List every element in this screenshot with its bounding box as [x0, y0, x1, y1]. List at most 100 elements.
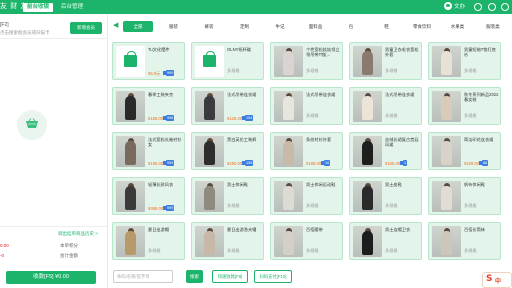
add-member-button[interactable]: 新增会员 — [70, 22, 102, 34]
product-name: 夏日出游渔夫帽 — [227, 227, 257, 232]
top-bar: 友 财 友 前台收银 后台管理 文办 — [0, 0, 512, 14]
product-card[interactable]: 男士连帽卫衣 多规格 — [349, 222, 422, 260]
tab-backend[interactable]: 后台管理 — [57, 3, 87, 12]
tab-category[interactable]: 包 — [336, 21, 366, 32]
lock-icon[interactable] — [474, 3, 482, 11]
tab-category[interactable]: 牛记 — [265, 21, 295, 32]
search-input[interactable]: 条码/名称/首字母 — [113, 270, 173, 283]
multi-spec-label: 多规格 — [306, 203, 319, 208]
discount-value: 0.00 — [0, 243, 9, 248]
product-name: 秋冬系列新品2022春女装 — [464, 92, 499, 102]
product-card[interactable]: 法式吊带连衣裙 多规格 — [349, 87, 422, 125]
user-name: 文办 — [454, 4, 466, 10]
multi-spec-label: 多规格 — [385, 113, 398, 118]
product-name: 帆布休闲鞋 — [464, 182, 485, 187]
settings-icon[interactable] — [488, 3, 496, 11]
product-name: OLNY纸杯碟 — [227, 47, 251, 52]
product-image-figure — [125, 141, 136, 165]
product-image — [274, 91, 303, 122]
product-image-figure — [283, 51, 294, 75]
product-card[interactable]: 男童短袖T恤打底衫 多规格 — [428, 42, 501, 80]
product-image — [116, 91, 145, 122]
product-image-figure — [125, 186, 136, 210]
user-menu[interactable]: 文办 — [444, 2, 465, 10]
product-card[interactable]: 轻薄长款风衣 ¥368.00 999 — [112, 177, 185, 215]
scan-pay-button[interactable]: 扫码支付[F10] — [254, 270, 292, 283]
product-image-figure — [283, 96, 294, 120]
quick-pay-button[interactable]: 快速收款[F8] — [212, 270, 248, 283]
product-card[interactable]: 法式吊带连衣裙 多规格 — [270, 87, 343, 125]
stock-badge: 10 — [324, 160, 331, 166]
product-card[interactable]: 男士皮鞋 多规格 — [349, 177, 422, 215]
tab-category[interactable]: 面料品 — [301, 21, 331, 32]
multi-spec-label: 多规格 — [464, 248, 477, 253]
product-image — [353, 136, 382, 167]
product-price: ¥128.00 — [227, 116, 243, 121]
product-card[interactable]: 帆布休闲鞋 多规格 — [428, 177, 501, 215]
product-image — [353, 46, 382, 77]
tab-category[interactable]: 定制 — [230, 21, 260, 32]
stock-badge: 1 — [403, 160, 408, 166]
product-card[interactable]: 秋冬系列新品2022春女装 多规格 — [428, 87, 501, 125]
product-card[interactable]: 简洁印花连衣裙 ¥429.00 88 — [428, 132, 501, 170]
multi-spec-label: 多规格 — [464, 203, 477, 208]
multi-spec-label: 多规格 — [148, 248, 161, 253]
total-label: 会计金额 — [60, 253, 78, 258]
product-image-figure — [362, 141, 373, 165]
product-card[interactable]: 夏日出游帽 多规格 — [112, 222, 185, 260]
product-image — [432, 136, 461, 167]
product-image-figure — [283, 231, 294, 255]
product-name: 百搭长筒袜 — [464, 227, 485, 232]
product-image — [195, 136, 224, 167]
product-card[interactable]: 夏日出游渔夫帽 多规格 — [191, 222, 264, 260]
tab-category[interactable]: 全部 — [123, 21, 153, 32]
tab-checkout[interactable]: 前台收银 — [23, 3, 54, 12]
product-card[interactable]: 黑白英伦工装裤 ¥290.00 198 — [191, 132, 264, 170]
product-price: ¥5.0元 — [148, 71, 161, 76]
product-card[interactable]: 春季工装夹克 ¥188.00 998 — [112, 87, 185, 125]
product-card[interactable]: OLNY纸杯碟 多规格 — [191, 42, 264, 80]
product-image — [195, 46, 224, 77]
product-card[interactable]: 男士休闲运动鞋 多规格 — [270, 177, 343, 215]
product-card[interactable]: 法式宽松长袖衬衫女 ¥195.00 999 — [112, 132, 185, 170]
basket-icon — [26, 118, 38, 128]
tab-category[interactable]: 零食饮料 — [407, 21, 437, 32]
chevron-left-icon[interactable]: ◀ — [113, 21, 118, 29]
product-name: 法式吊带连衣裙 — [385, 92, 415, 97]
product-image-figure — [204, 186, 215, 210]
history-link[interactable]: 调出挂单商品历史 > — [58, 231, 98, 237]
product-card[interactable]: 男童卫衣毛衣宽松外套 多规格 — [349, 42, 422, 80]
product-image-figure — [441, 186, 452, 210]
stock-badge: 194 — [245, 115, 254, 121]
tab-category[interactable]: 服装 — [159, 21, 189, 32]
product-card[interactable]: Tu文化摆件 ¥5.0元 999 — [112, 42, 185, 80]
tab-category[interactable]: 服装类 — [478, 21, 508, 32]
stock-badge: 998 — [166, 115, 175, 121]
product-card[interactable]: 法式吊带连衣裙 ¥128.00 194 — [191, 87, 264, 125]
product-card[interactable]: 男士休闲鞋 多规格 — [191, 177, 264, 215]
product-card[interactable]: 条纹衬衫外套 ¥198.00 10 — [270, 132, 343, 170]
product-name: Tu文化摆件 — [148, 47, 170, 52]
product-card[interactable]: 个性宽松娃娃领立领吊带T恤(... 多规格 — [270, 42, 343, 80]
product-name: 黑白英伦工装裤 — [227, 137, 257, 142]
tab-category[interactable]: 水果类 — [443, 21, 473, 32]
search-button[interactable]: 搜索 — [186, 270, 203, 283]
power-icon[interactable] — [501, 3, 509, 11]
multi-spec-label: 多规格 — [306, 68, 319, 73]
avatar — [444, 2, 452, 10]
product-price: ¥290.00 — [227, 161, 243, 166]
checkout-button[interactable]: 收款[F5] ¥0.00 — [6, 271, 96, 284]
product-image — [116, 46, 145, 77]
tab-category[interactable]: 鞋 — [372, 21, 402, 32]
product-image-figure — [204, 231, 215, 255]
product-card[interactable]: 百搭腰带 多规格 — [270, 222, 343, 260]
multi-spec-label: 多规格 — [227, 248, 240, 253]
product-card[interactable]: 丝绒长裙复古宫廷风裙 ¥165.00 1 — [349, 132, 422, 170]
shopping-bag-icon — [203, 51, 216, 67]
product-card[interactable]: 百搭长筒袜 多规格 — [428, 222, 501, 260]
product-name: 男士皮鞋 — [385, 182, 402, 187]
stock-badge: 999 — [166, 70, 175, 76]
tab-category[interactable]: 裤装 — [194, 21, 224, 32]
member-hint[interactable]: 点击搜索框会员或扫描卡 — [0, 30, 50, 36]
product-image-figure — [362, 231, 373, 255]
